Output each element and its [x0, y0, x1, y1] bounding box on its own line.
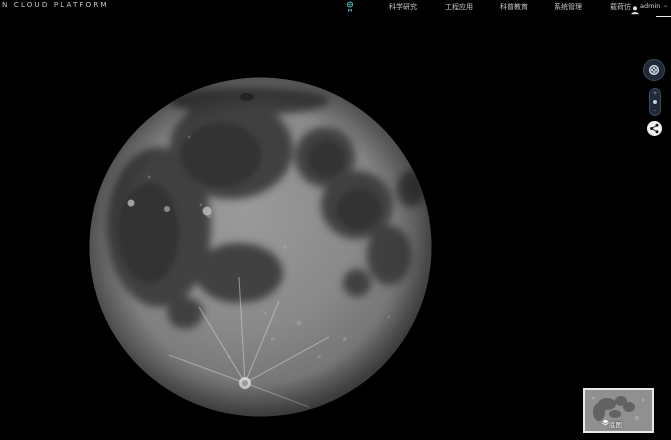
top-bar: N CLOUD PLATFORM 科学研究 工程应用 科普教育 系统管理 载荷仿 [0, 0, 671, 17]
compass-button[interactable] [643, 59, 665, 81]
chevron-down-icon[interactable]: ⌄ [663, 2, 668, 9]
user-avatar-icon [630, 0, 640, 15]
nav-item-research[interactable]: 科学研究 [389, 2, 417, 12]
zoom-in-button[interactable]: + [650, 91, 660, 97]
platform-title: N CLOUD PLATFORM [2, 1, 109, 9]
share-icon[interactable] [647, 121, 662, 136]
user-name: admin [640, 2, 661, 10]
zoom-slider-handle[interactable] [653, 100, 657, 104]
compass-icon [649, 65, 659, 75]
nav-item-education[interactable]: 科普教育 [500, 2, 528, 12]
nav-item-engineering[interactable]: 工程应用 [445, 2, 473, 12]
zoom-out-button[interactable]: - [650, 108, 660, 114]
nav-item-system-admin[interactable]: 系统管理 [554, 2, 582, 12]
lunar-viewer-screen: N CLOUD PLATFORM 科学研究 工程应用 科普教育 系统管理 载荷仿 [0, 0, 671, 440]
globe-home-icon[interactable] [343, 0, 357, 14]
layers-icon [602, 419, 609, 426]
nav-item-payload-sim[interactable]: 载荷仿 [610, 2, 631, 12]
moon-globe[interactable] [89, 77, 432, 417]
active-underline [656, 16, 671, 17]
zoom-control: + - [649, 88, 661, 116]
basemap-label: 底图 [609, 421, 622, 429]
basemap-switcher[interactable]: 底图 [583, 388, 654, 433]
user-menu[interactable]: admin ⌄ [630, 0, 671, 15]
